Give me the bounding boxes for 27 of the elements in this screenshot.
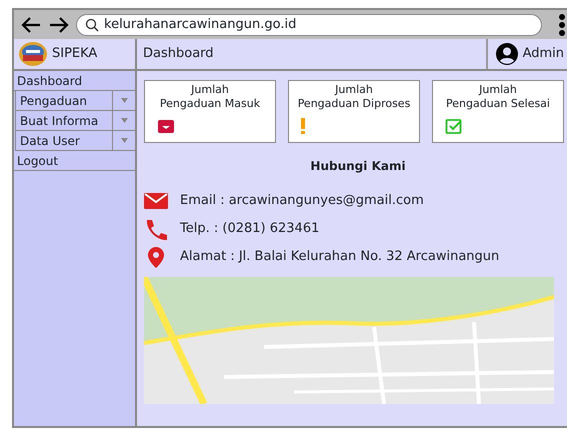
caret-icon: [120, 118, 128, 123]
contact-text: Telp. : (0281) 623461: [180, 220, 320, 238]
email-icon: [144, 190, 168, 212]
back-icon[interactable]: [20, 16, 42, 34]
sidebar-dropdown[interactable]: Buat Informa: [15, 111, 135, 131]
contact-text: Email : arcawinangunyes@gmail.com: [180, 192, 424, 210]
app-title: SIPEKA: [52, 45, 98, 64]
forward-icon[interactable]: [48, 16, 70, 34]
caret-icon: [120, 138, 128, 143]
sidebar-dropdown[interactable]: Pengaduan: [15, 91, 135, 111]
url-text: kelurahanarcawinangun.go.id: [104, 16, 296, 34]
caret-icon: [120, 98, 128, 103]
page-title: Dashboard: [142, 45, 215, 64]
card-title: Jumlah Pengaduan Selesai: [445, 83, 551, 112]
card-title: Jumlah Pengaduan Masuk: [158, 83, 262, 112]
logo-icon: [18, 41, 48, 67]
user-icon: [496, 43, 518, 65]
checkbox-icon: [445, 116, 463, 135]
address-bar[interactable]: kelurahanarcawinangun.go.id: [76, 14, 542, 36]
phone-icon: [144, 218, 168, 240]
contact-heading: Hubungi Kami: [309, 158, 407, 175]
user-name: Admin: [522, 45, 564, 64]
exclamation-icon: [301, 116, 305, 135]
search-icon: [85, 18, 99, 32]
menu-icon[interactable]: [558, 12, 566, 36]
contact-text: Alamat : Jl. Balai Kelurahan No. 32 Arcawinangun: [180, 248, 500, 266]
card-title: Jumlah Pengaduan Diproses: [296, 83, 412, 112]
